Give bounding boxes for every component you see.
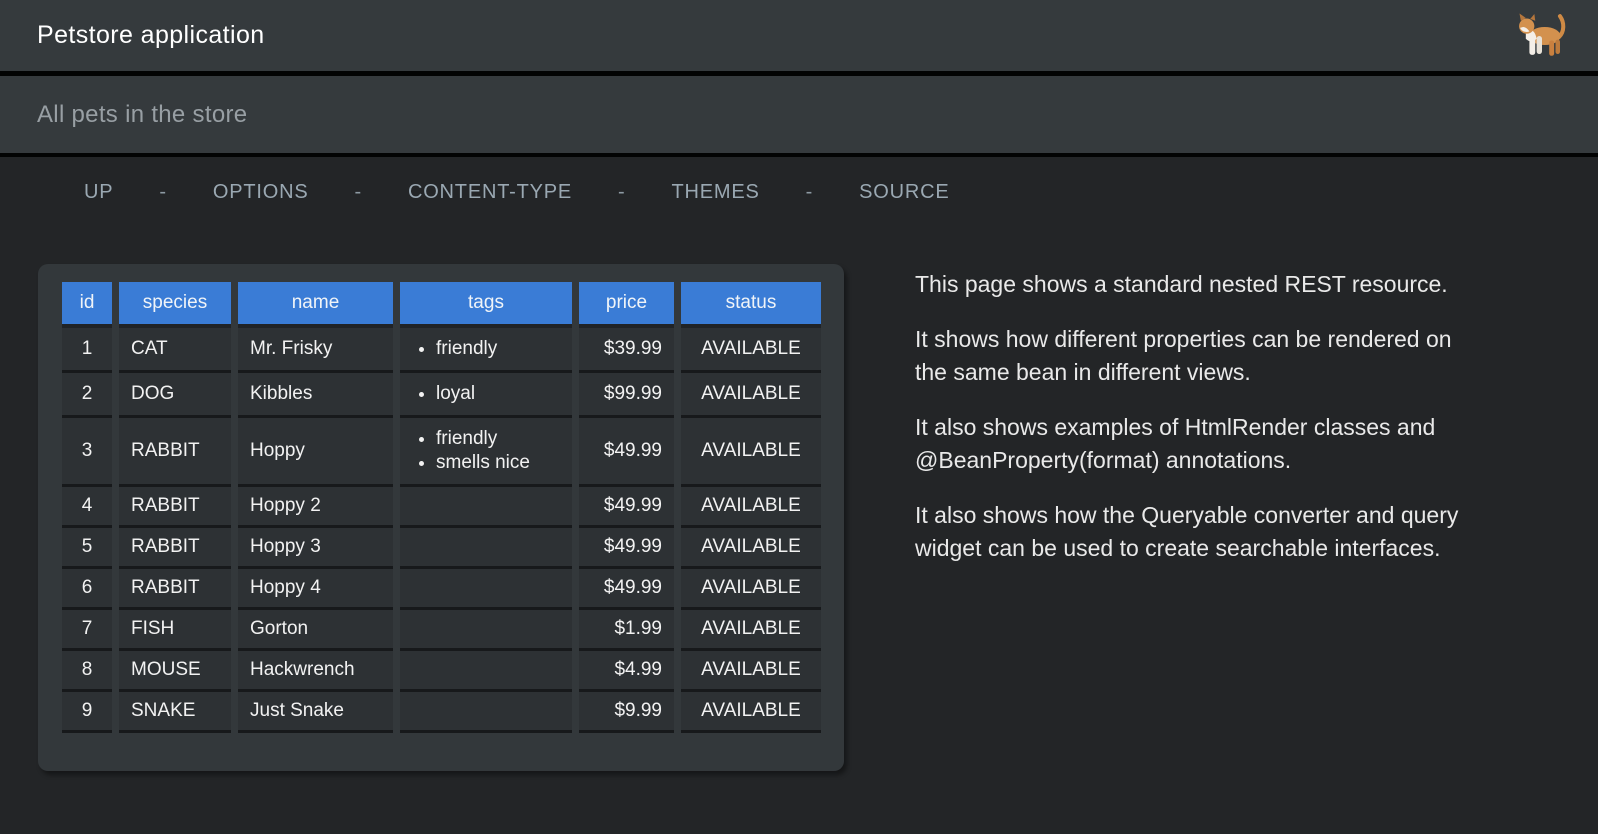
- pet-price: $1.99: [579, 610, 674, 651]
- status-badge: AVAILABLE: [681, 528, 821, 569]
- status-badge: AVAILABLE: [681, 692, 821, 733]
- pet-tags: friendly smells nice: [400, 418, 572, 487]
- table-row: 5 RABBIT Hoppy 3 $49.99 AVAILABLE: [62, 528, 821, 569]
- col-header-status: status: [681, 282, 821, 328]
- pet-price: $4.99: [579, 651, 674, 692]
- pet-id: 1: [62, 328, 112, 373]
- pet-price: $99.99: [579, 373, 674, 418]
- table-row: 6 RABBIT Hoppy 4 $49.99 AVAILABLE: [62, 569, 821, 610]
- pet-id: 2: [62, 373, 112, 418]
- pet-price: $39.99: [579, 328, 674, 373]
- nav-link-content-type[interactable]: CONTENT-TYPE: [408, 181, 572, 204]
- pet-name: Hoppy 4: [238, 569, 393, 610]
- table-row: 2 DOG Kibbles loyal $99.99 AVAILABLE: [62, 373, 821, 418]
- pet-id: 5: [62, 528, 112, 569]
- pet-tags: loyal: [400, 373, 572, 418]
- pet-price: $49.99: [579, 528, 674, 569]
- table-header-row: id species name tags price status: [62, 282, 821, 328]
- page-description: This page shows a standard nested REST r…: [915, 264, 1470, 587]
- pet-species: RABBIT: [119, 418, 231, 487]
- table-row: 8 MOUSE Hackwrench $4.99 AVAILABLE: [62, 651, 821, 692]
- pet-tags: [400, 569, 572, 610]
- pet-tags: [400, 692, 572, 733]
- nav-separator: -: [159, 181, 166, 204]
- status-badge: AVAILABLE: [681, 418, 821, 487]
- col-header-price: price: [579, 282, 674, 328]
- cat-icon: [1514, 10, 1570, 62]
- pets-panel: id species name tags price status 1 CAT …: [38, 264, 844, 771]
- pet-name: Hoppy 3: [238, 528, 393, 569]
- status-badge: AVAILABLE: [681, 610, 821, 651]
- nav-bar: UP - OPTIONS - CONTENT-TYPE - THEMES - S…: [0, 157, 1598, 204]
- nav-separator: -: [618, 181, 625, 204]
- pet-id: 3: [62, 418, 112, 487]
- nav-separator: -: [354, 181, 361, 204]
- pets-table: id species name tags price status 1 CAT …: [55, 282, 828, 733]
- status-badge: AVAILABLE: [681, 651, 821, 692]
- col-header-name: name: [238, 282, 393, 328]
- pet-price: $49.99: [579, 569, 674, 610]
- pet-id: 9: [62, 692, 112, 733]
- pet-species: CAT: [119, 328, 231, 373]
- nav-separator: -: [806, 181, 813, 204]
- sub-header: All pets in the store: [0, 76, 1598, 153]
- description-paragraph: This page shows a standard nested REST r…: [915, 268, 1470, 301]
- pet-tags: [400, 487, 572, 528]
- status-badge: AVAILABLE: [681, 569, 821, 610]
- nav-link-options[interactable]: OPTIONS: [213, 181, 309, 204]
- pet-species: MOUSE: [119, 651, 231, 692]
- pet-id: 4: [62, 487, 112, 528]
- description-paragraph: It shows how different properties can be…: [915, 323, 1470, 389]
- page-subtitle: All pets in the store: [37, 101, 247, 129]
- pet-tags: [400, 651, 572, 692]
- description-paragraph: It also shows examples of HtmlRender cla…: [915, 411, 1470, 477]
- table-row: 7 FISH Gorton $1.99 AVAILABLE: [62, 610, 821, 651]
- pet-name: Kibbles: [238, 373, 393, 418]
- pet-name: Hoppy: [238, 418, 393, 487]
- pet-species: RABBIT: [119, 569, 231, 610]
- nav-link-themes[interactable]: THEMES: [671, 181, 759, 204]
- pet-id: 6: [62, 569, 112, 610]
- col-header-id: id: [62, 282, 112, 328]
- pet-species: SNAKE: [119, 692, 231, 733]
- main-content: id species name tags price status 1 CAT …: [38, 264, 1598, 771]
- col-header-tags: tags: [400, 282, 572, 328]
- pet-tag: friendly: [436, 428, 560, 450]
- pet-tag: smells nice: [436, 452, 560, 474]
- status-badge: AVAILABLE: [681, 373, 821, 418]
- pet-tags: [400, 610, 572, 651]
- col-header-species: species: [119, 282, 231, 328]
- nav-link-source[interactable]: SOURCE: [859, 181, 949, 204]
- table-row: 9 SNAKE Just Snake $9.99 AVAILABLE: [62, 692, 821, 733]
- nav-link-up[interactable]: UP: [84, 181, 113, 204]
- pet-price: $49.99: [579, 487, 674, 528]
- status-badge: AVAILABLE: [681, 487, 821, 528]
- pet-id: 7: [62, 610, 112, 651]
- pet-tags: [400, 528, 572, 569]
- app-title: Petstore application: [37, 21, 265, 50]
- pet-id: 8: [62, 651, 112, 692]
- app-header: Petstore application: [0, 0, 1598, 71]
- pet-species: FISH: [119, 610, 231, 651]
- pet-price: $49.99: [579, 418, 674, 487]
- description-paragraph: It also shows how the Queryable converte…: [915, 499, 1470, 565]
- table-row: 4 RABBIT Hoppy 2 $49.99 AVAILABLE: [62, 487, 821, 528]
- table-row: 3 RABBIT Hoppy friendly smells nice $49.…: [62, 418, 821, 487]
- pet-tag: loyal: [436, 383, 560, 405]
- pet-name: Hoppy 2: [238, 487, 393, 528]
- pet-name: Just Snake: [238, 692, 393, 733]
- pet-price: $9.99: [579, 692, 674, 733]
- pet-name: Gorton: [238, 610, 393, 651]
- pet-name: Hackwrench: [238, 651, 393, 692]
- pet-species: DOG: [119, 373, 231, 418]
- pet-species: RABBIT: [119, 487, 231, 528]
- pet-name: Mr. Frisky: [238, 328, 393, 373]
- pet-species: RABBIT: [119, 528, 231, 569]
- status-badge: AVAILABLE: [681, 328, 821, 373]
- pet-tags: friendly: [400, 328, 572, 373]
- table-row: 1 CAT Mr. Frisky friendly $39.99 AVAILAB…: [62, 328, 821, 373]
- pet-tag: friendly: [436, 338, 560, 360]
